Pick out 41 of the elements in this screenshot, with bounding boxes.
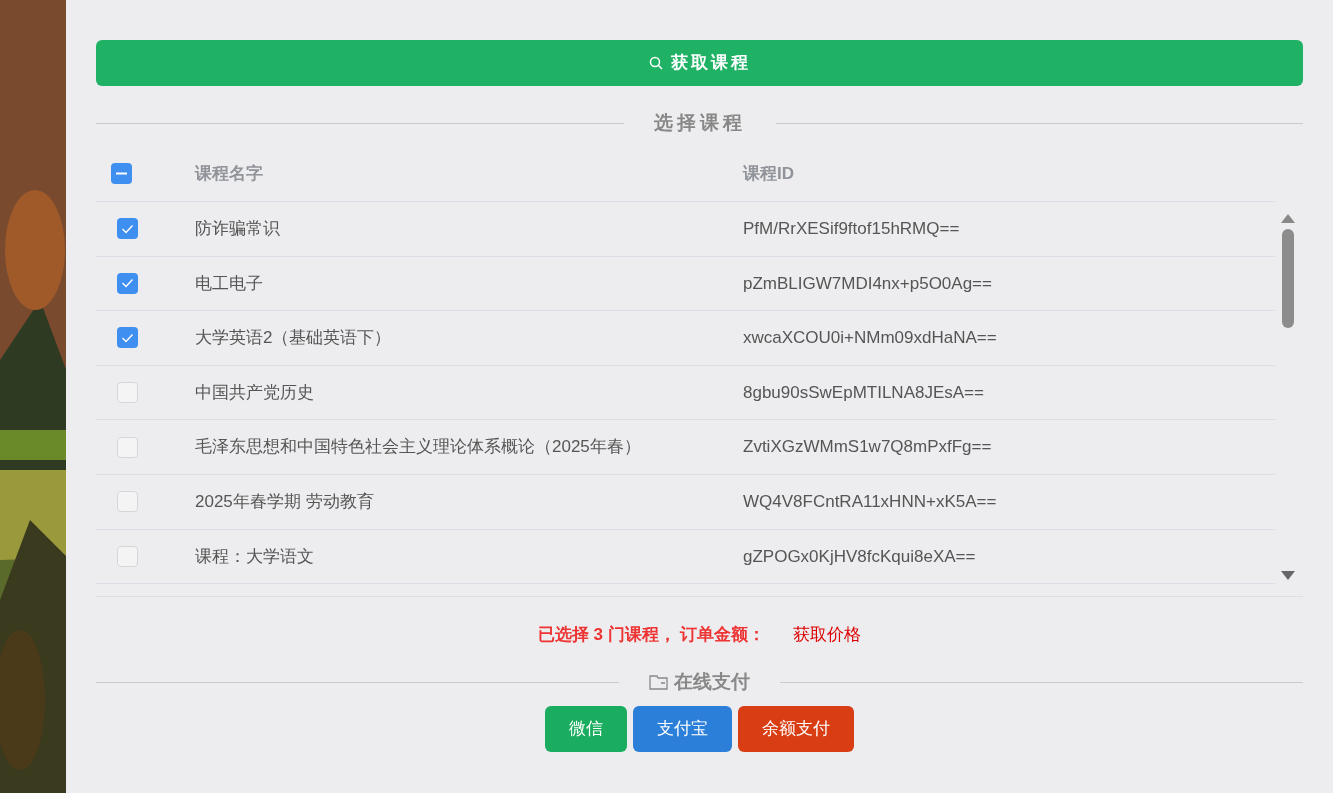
checkbox[interactable] [117, 327, 138, 349]
table-cell-text: PfM/RrXESif9ftof15hRMQ== [743, 218, 961, 241]
section-title: 选择课程 [652, 110, 747, 135]
checkbox[interactable] [117, 382, 138, 404]
table-cell-text: gZPOGx0KjHV8fcKqui8eXA== [743, 545, 977, 568]
wechat-pay-button[interactable]: 微信 [545, 706, 627, 753]
table-cell-text: 防诈骗常识 [195, 218, 281, 241]
table-cell-text: pZmBLIGW7MDI4nx+p5O0Ag== [743, 272, 993, 295]
checkbox[interactable] [117, 491, 138, 513]
table-cell-text: 毛泽东思想和中国特色社会主义理论体系概论（2025年春） [195, 436, 642, 459]
scrollbar-thumb[interactable] [1282, 229, 1294, 328]
table-cell-text: xwcaXCOU0i+NMm09xdHaNA== [743, 327, 998, 350]
table-cell-text: 课程：大学语文 [195, 545, 315, 568]
checkbox[interactable] [117, 218, 138, 240]
table-cell-text: 电工电子 [195, 272, 264, 295]
check-icon [121, 333, 134, 343]
balance-pay-button[interactable]: 余额支付 [738, 706, 854, 753]
checkbox[interactable] [117, 436, 138, 458]
column-header: 课程ID [743, 162, 795, 185]
section-title: 在线支付 [674, 669, 750, 694]
scroll-up-icon[interactable] [1281, 214, 1295, 223]
table-cell-text: WQ4V8FCntRA11xHNN+xK5A== [743, 491, 998, 513]
get-price-link[interactable]: 获取价格 [793, 622, 862, 648]
selection-summary: 已选择 3 门课程， 订单金额： [537, 624, 766, 647]
table-cell-text: ZvtiXGzWMmS1w7Q8mPxfFg== [743, 436, 993, 459]
wallet-icon [649, 674, 668, 691]
alipay-button[interactable]: 支付宝 [633, 706, 732, 753]
table-cell-text: 中国共产党历史 [195, 381, 315, 404]
fetch-courses-button[interactable]: 获取课程 [96, 40, 1303, 86]
check-icon [121, 278, 134, 289]
minus-icon [116, 172, 127, 175]
check-icon [121, 223, 134, 234]
table-cell-text: 8gbu90sSwEpMTILNA8JEsA== [743, 381, 985, 404]
checkbox[interactable] [117, 272, 138, 294]
scroll-down-icon[interactable] [1281, 571, 1295, 580]
checkbox[interactable] [117, 545, 138, 567]
column-header: 课程名字 [195, 162, 264, 185]
checkbox[interactable] [111, 163, 132, 184]
search-icon [648, 56, 663, 70]
table-cell-text: 大学英语2（基础英语下） [195, 327, 393, 350]
table-cell-text: 2025年春学期 劳动教育 [195, 491, 375, 513]
